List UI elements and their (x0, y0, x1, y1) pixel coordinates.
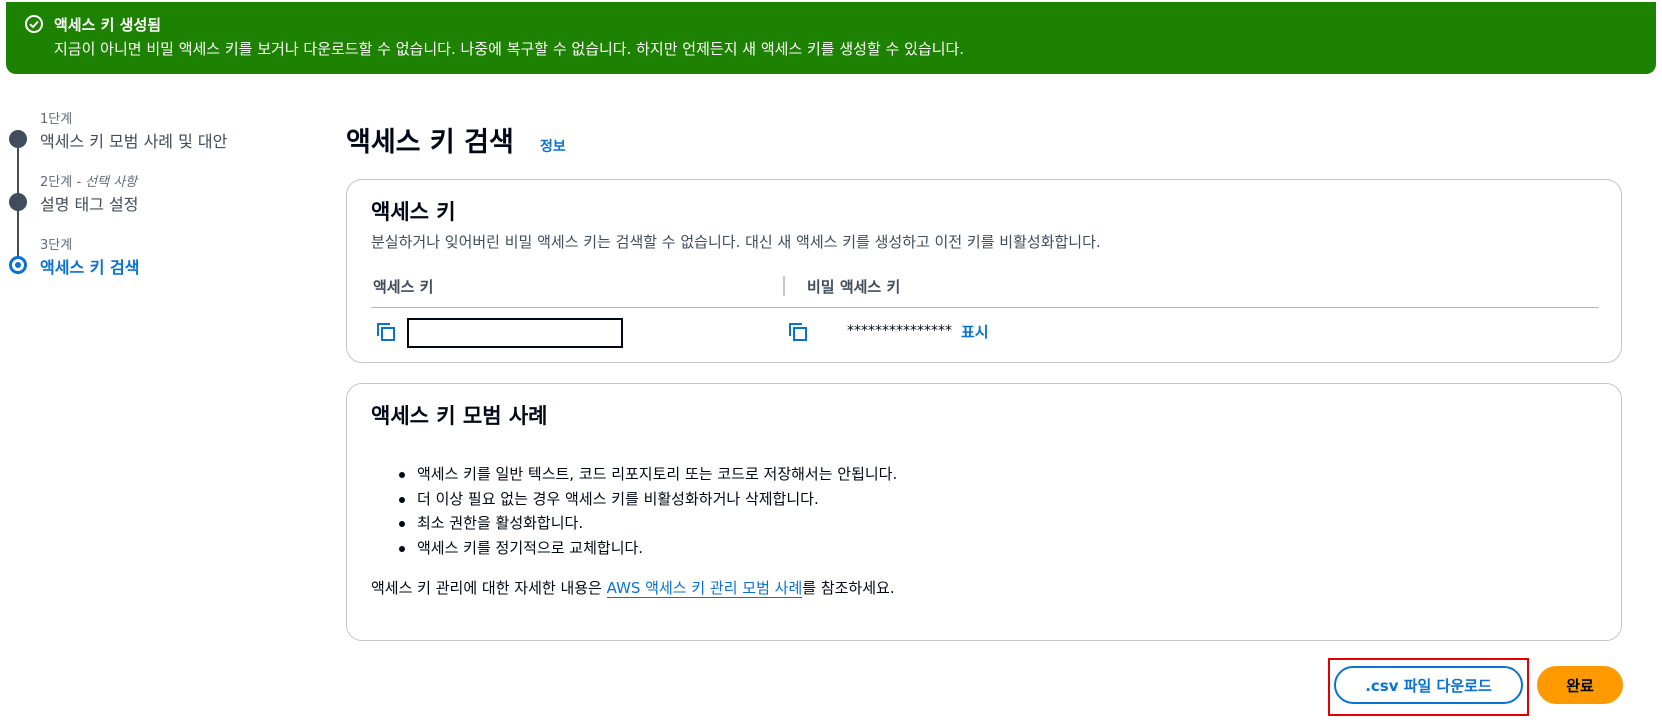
list-item: 액세스 키를 일반 텍스트, 코드 리포지토리 또는 코드로 저장해서는 안됩니… (395, 462, 897, 487)
show-secret-link[interactable]: 표시 (961, 321, 989, 342)
more-info-text: 액세스 키 관리에 대한 자세한 내용은 AWS 액세스 키 관리 모범 사례를… (371, 579, 895, 598)
access-key-value (407, 318, 623, 348)
step-number: 3단계 (40, 238, 73, 253)
step-label: 설명 태그 설정 (40, 195, 139, 214)
download-csv-button[interactable]: .csv 파일 다운로드 (1334, 666, 1523, 704)
best-practices-container: 액세스 키 모범 사례 액세스 키를 일반 텍스트, 코드 리포지토리 또는 코… (346, 383, 1622, 641)
flash-message: 지금이 아니면 비밀 액세스 키를 보거나 다운로드할 수 없습니다. 나중에 … (54, 40, 965, 58)
best-practices-doc-link[interactable]: AWS 액세스 키 관리 모범 사례 (606, 579, 803, 598)
column-header-secret-key: 비밀 액세스 키 (807, 278, 901, 296)
container-description: 분실하거나 잊어버린 비밀 액세스 키는 검색할 수 없습니다. 대신 새 액세… (371, 233, 1101, 251)
copy-icon[interactable] (375, 321, 397, 343)
column-separator (783, 276, 785, 296)
best-practices-list: 액세스 키를 일반 텍스트, 코드 리포지토리 또는 코드로 저장해서는 안됩니… (395, 462, 897, 560)
step-number: 2단계 - 선택 사항 (40, 175, 138, 190)
page-title: 액세스 키 검색 (346, 127, 514, 158)
container-title: 액세스 키 모범 사례 (371, 404, 548, 428)
container-title: 액세스 키 (371, 200, 456, 224)
column-header-access-key: 액세스 키 (373, 278, 434, 296)
check-circle-icon (25, 15, 43, 33)
list-item: 최소 권한을 활성화합니다. (395, 511, 897, 536)
access-key-container: 액세스 키 분실하거나 잊어버린 비밀 액세스 키는 검색할 수 없습니다. 대… (346, 179, 1622, 363)
step-completed-dot (9, 193, 27, 211)
copy-icon[interactable] (787, 321, 809, 343)
step-active-dot (9, 256, 27, 274)
secret-key-masked: *************** (847, 323, 952, 339)
success-flash-banner: 액세스 키 생성됨 지금이 아니면 비밀 액세스 키를 보거나 다운로드할 수 … (6, 2, 1656, 74)
flash-title: 액세스 키 생성됨 (54, 16, 162, 34)
step-label: 액세스 키 검색 (40, 258, 140, 277)
step-number: 1단계 (40, 112, 73, 127)
list-item: 더 이상 필요 없는 경우 액세스 키를 비활성화하거나 삭제합니다. (395, 487, 897, 512)
list-item: 액세스 키를 정기적으로 교체합니다. (395, 536, 897, 561)
step-label: 액세스 키 모범 사례 및 대안 (40, 132, 228, 151)
step-completed-dot (9, 130, 27, 148)
row-divider (371, 307, 1599, 308)
info-link[interactable]: 정보 (540, 136, 566, 156)
done-button[interactable]: 완료 (1537, 666, 1623, 704)
